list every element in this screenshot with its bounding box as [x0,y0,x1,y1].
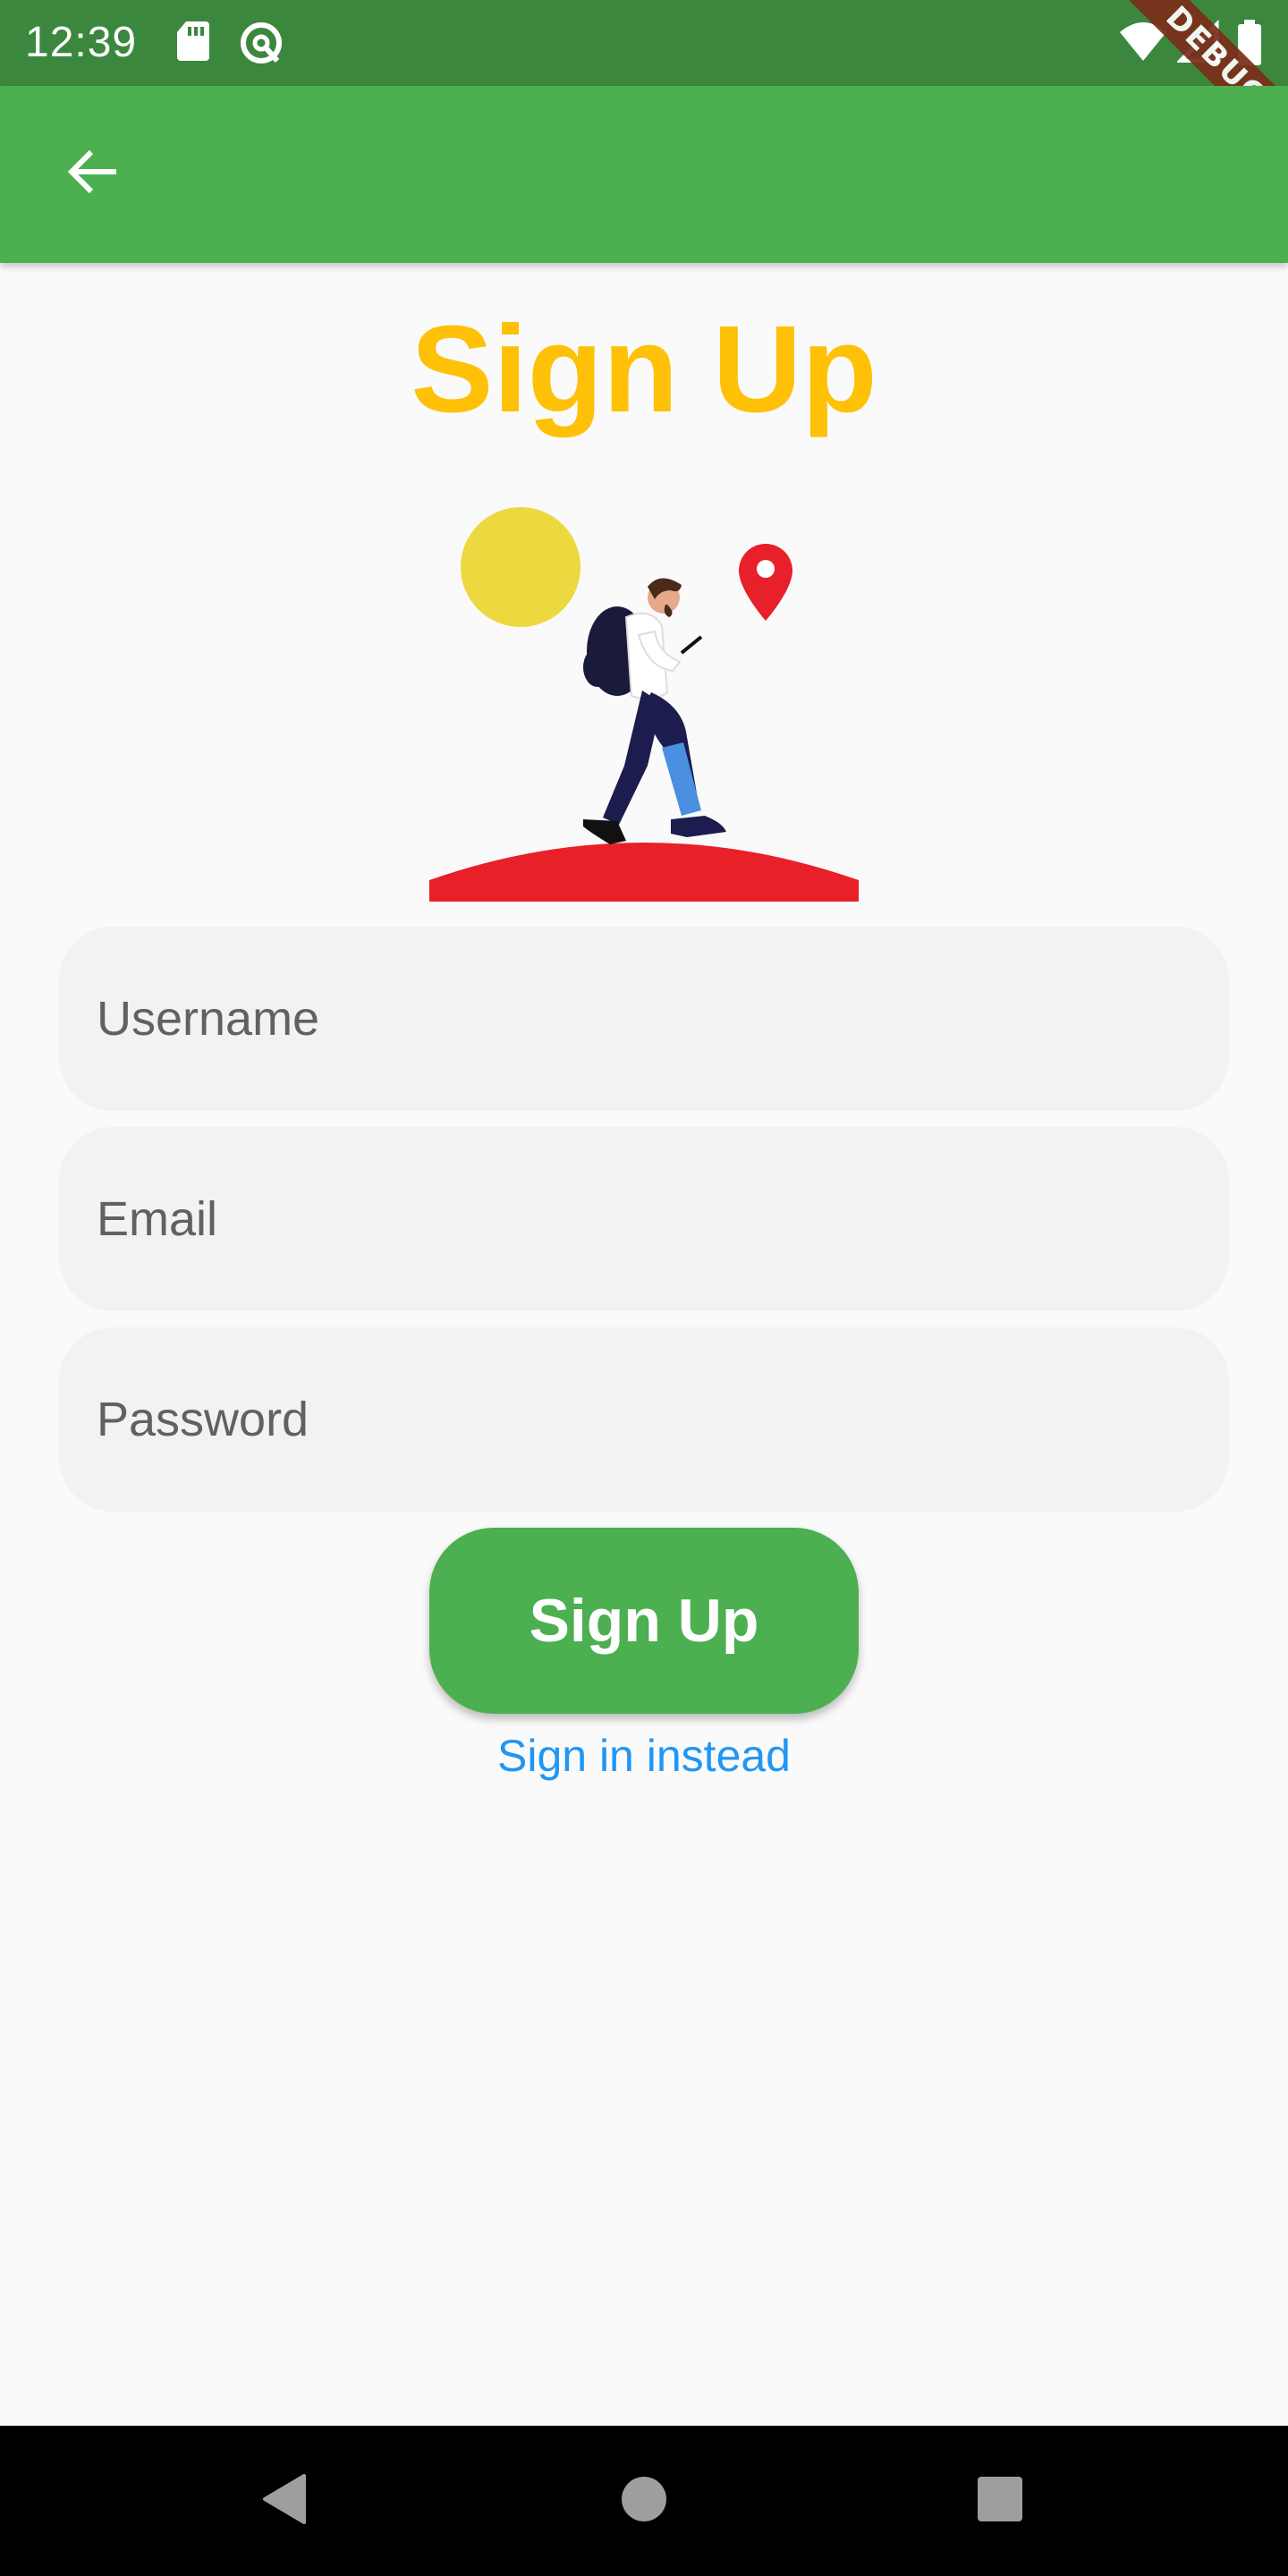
password-field[interactable] [59,1327,1229,1512]
email-field[interactable] [59,1127,1229,1311]
back-triangle-icon [259,2472,309,2530]
app-bar [0,86,1288,263]
username-field[interactable] [59,927,1229,1111]
back-button[interactable] [50,131,136,216]
nav-recents-button[interactable] [955,2456,1045,2546]
arrow-back-icon [64,143,122,205]
sun-icon [461,507,580,627]
status-bar: 12:39 [0,0,1288,86]
ground-icon [429,843,859,902]
hiker-icon [583,578,726,844]
location-pin-icon [739,544,792,621]
status-time: 12:39 [25,19,138,66]
home-circle-icon [619,2474,669,2529]
sync-icon [238,20,284,71]
nav-home-button[interactable] [599,2456,689,2546]
sign-up-button[interactable]: Sign Up [429,1528,859,1714]
recents-square-icon [976,2475,1024,2528]
sd-card-icon [175,20,211,67]
sign-in-instead-link[interactable]: Sign in instead [0,1724,1288,1787]
nav-back-button[interactable] [240,2456,329,2546]
system-nav-bar [0,2426,1288,2576]
page-title: Sign Up [411,301,877,438]
hiker-illustration [428,501,860,902]
